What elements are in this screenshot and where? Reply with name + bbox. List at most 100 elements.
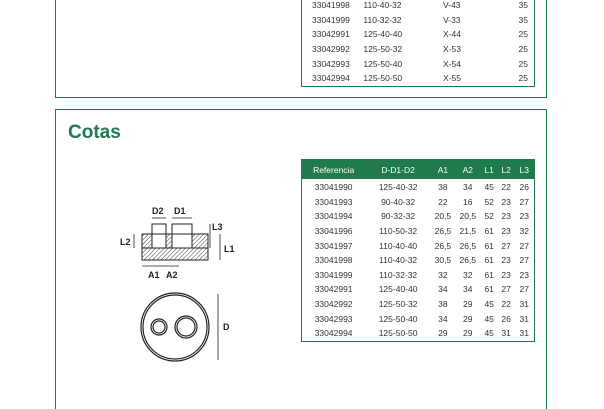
table-cell: 29 <box>463 328 473 339</box>
column-header: A1 <box>430 159 455 179</box>
table-cell: 125-50-40 <box>363 58 403 69</box>
table-cell: 110-40-32 <box>363 0 402 11</box>
table-cell: 30,5 <box>434 255 452 266</box>
table-cell: 22 <box>501 182 511 193</box>
column-header: L3 <box>514 159 535 179</box>
table-row: 33041999 110-32-32 32 32 61 23 23 <box>302 268 535 283</box>
table-row: 33042991 125-40-40 34 34 61 27 27 <box>302 282 535 297</box>
table-cell: 23 <box>501 226 511 237</box>
table-row: 33042994 125-50-50 29 29 45 31 31 <box>302 326 535 341</box>
table-cell: 61 <box>484 226 494 237</box>
table-cell: 25 <box>518 73 528 84</box>
table-cell: X-44 <box>443 29 462 40</box>
table-cell: 61 <box>484 269 494 280</box>
table-cell: 33041996 <box>314 226 353 237</box>
top-view <box>140 292 210 362</box>
table-cell: 38 <box>438 299 448 310</box>
table-cell: 61 <box>484 255 494 266</box>
table-cell: 33041997 <box>314 240 353 251</box>
table-cell: 34 <box>438 284 448 295</box>
table-cell: 20,5 <box>459 211 477 222</box>
table-cell: 23 <box>501 269 511 280</box>
table-cell: 33042991 <box>312 29 350 40</box>
reference-table-body: 33041998 110-40-32 V-43 35 33041999 110-32-32… <box>302 0 535 86</box>
table-cell: 25 <box>518 44 528 55</box>
table-cell: 33042994 <box>314 328 353 339</box>
table-cell: 21,5 <box>459 226 477 237</box>
table-cell: 27 <box>519 240 529 251</box>
table-cell: 33041993 <box>314 196 353 207</box>
table-cell: 34 <box>463 284 473 295</box>
table-cell: 45 <box>484 313 494 324</box>
label-l3: L3 <box>212 222 223 232</box>
table-cell: 23 <box>501 255 511 266</box>
table-cell: 22 <box>501 299 511 310</box>
table-cell: 125-50-40 <box>378 313 418 324</box>
table-cell: 90-40-32 <box>381 196 416 207</box>
table-cell: 27 <box>519 196 529 207</box>
table-cell: 26,5 <box>459 255 477 266</box>
table-cell: 34 <box>463 182 473 193</box>
table-row: 33042992 125-50-32 X-53 25 <box>302 42 535 57</box>
cotas-panel: Cotas D2 D1 L3 L2 L1 A1 A2 D Referencia … <box>55 109 547 409</box>
table-row: 33041990 125-40-32 38 34 45 22 26 <box>302 179 535 195</box>
table-cell: 35 <box>518 0 528 11</box>
table-cell: 25 <box>518 29 528 40</box>
table-cell: 61 <box>484 240 494 251</box>
table-cell: V-33 <box>443 14 461 25</box>
table-cell: 33042993 <box>314 313 353 324</box>
table-row: 33042992 125-50-32 38 29 45 22 31 <box>302 297 535 312</box>
table-cell: 32 <box>463 269 473 280</box>
table-cell: 29 <box>463 299 473 310</box>
label-l2: L2 <box>120 237 131 247</box>
table-row: 33041994 90-32-32 20,5 20,5 52 23 23 <box>302 209 535 224</box>
table-cell: 33041998 <box>314 255 353 266</box>
table-cell: 33042992 <box>312 44 350 55</box>
table-cell: 23 <box>501 196 511 207</box>
reference-table-continued: 33041998 110-40-32 V-43 35 33041999 110-32-32… <box>301 0 535 87</box>
table-row: 33041997 110-40-40 26,5 26,5 61 27 27 <box>302 238 535 253</box>
table-cell: X-54 <box>443 58 462 69</box>
table-cell: 31 <box>519 313 529 324</box>
table-cell: 33041999 <box>312 14 350 25</box>
table-row: 33041996 110-50-32 26,5 21,5 61 23 32 <box>302 224 535 239</box>
table-cell: 125-50-50 <box>363 73 403 84</box>
table-cell: 45 <box>484 328 494 339</box>
column-header: L1 <box>480 159 498 179</box>
label-d: D <box>223 322 230 332</box>
table-cell: 33042994 <box>312 73 350 84</box>
table-row: 33042994 125-50-50 X-55 25 <box>302 71 535 86</box>
top-panel: 33041998 110-40-32 V-43 35 33041999 110-32-32… <box>55 0 547 98</box>
table-cell: 26 <box>519 182 529 193</box>
table-cell: 33041999 <box>314 269 353 280</box>
column-header: A2 <box>454 159 481 179</box>
table-row: 33041998 110-40-32 V-43 35 <box>302 0 535 13</box>
label-a2: A2 <box>166 270 178 280</box>
table-cell: 32 <box>519 226 529 237</box>
table-cell: 16 <box>463 196 473 207</box>
table-cell: 125-40-40 <box>378 284 418 295</box>
label-l1: L1 <box>224 244 235 254</box>
table-cell: 110-32-32 <box>363 14 402 25</box>
table-row: 33041993 90-40-32 22 16 52 23 27 <box>302 195 535 210</box>
table-cell: X-53 <box>443 44 462 55</box>
table-cell: 23 <box>501 211 511 222</box>
table-cell: 33041990 <box>314 182 353 193</box>
table-cell: 25 <box>518 58 528 69</box>
fitting-dimension-drawing: D2 D1 L3 L2 L1 A1 A2 D <box>120 206 235 362</box>
table-cell: 27 <box>501 284 511 295</box>
table-cell: 110-40-40 <box>379 240 418 251</box>
table-cell: 125-50-32 <box>363 44 403 55</box>
table-cell: 33042992 <box>314 299 353 310</box>
cotas-heading: Cotas <box>68 122 121 143</box>
table-cell: 45 <box>484 182 494 193</box>
table-cell: 33042991 <box>314 284 353 295</box>
column-header: Referencia <box>301 159 366 179</box>
table-cell: 110-50-32 <box>379 226 418 237</box>
table-row: 33042993 125-50-40 34 29 45 26 31 <box>302 311 535 326</box>
table-cell: 29 <box>438 328 448 339</box>
table-cell: 33042993 <box>312 58 350 69</box>
table-cell: 26,5 <box>459 240 477 251</box>
table-cell: 23 <box>519 211 529 222</box>
table-cell: 26 <box>501 313 511 324</box>
